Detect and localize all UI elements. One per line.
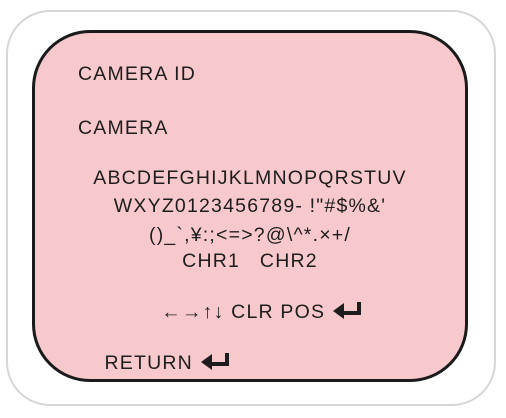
character-row-1[interactable]: ABCDEFGHIJKLMNOPQRSTUV	[35, 167, 465, 189]
camera-id-menu: CAMERA ID CAMERA ABCDEFGHIJKLMNOPQRSTUV …	[32, 30, 468, 382]
return-label: RETURN	[104, 352, 193, 374]
enter-arrow-icon	[200, 353, 229, 370]
character-row-3[interactable]: ()_`,¥:;<=>?@\^*.×+/	[35, 224, 465, 246]
cursor-control-label: ←→↑↓ CLR POS	[161, 301, 326, 323]
menu-title: CAMERA ID	[78, 63, 197, 85]
camera-id-value[interactable]: CAMERA	[78, 117, 169, 139]
enter-arrow-icon	[333, 302, 362, 319]
return-row[interactable]: RETURN	[78, 330, 233, 396]
character-set-row[interactable]: CHR1 CHR2	[35, 250, 465, 272]
character-row-2[interactable]: WXYZ0123456789- !"#$%&'	[35, 195, 465, 217]
